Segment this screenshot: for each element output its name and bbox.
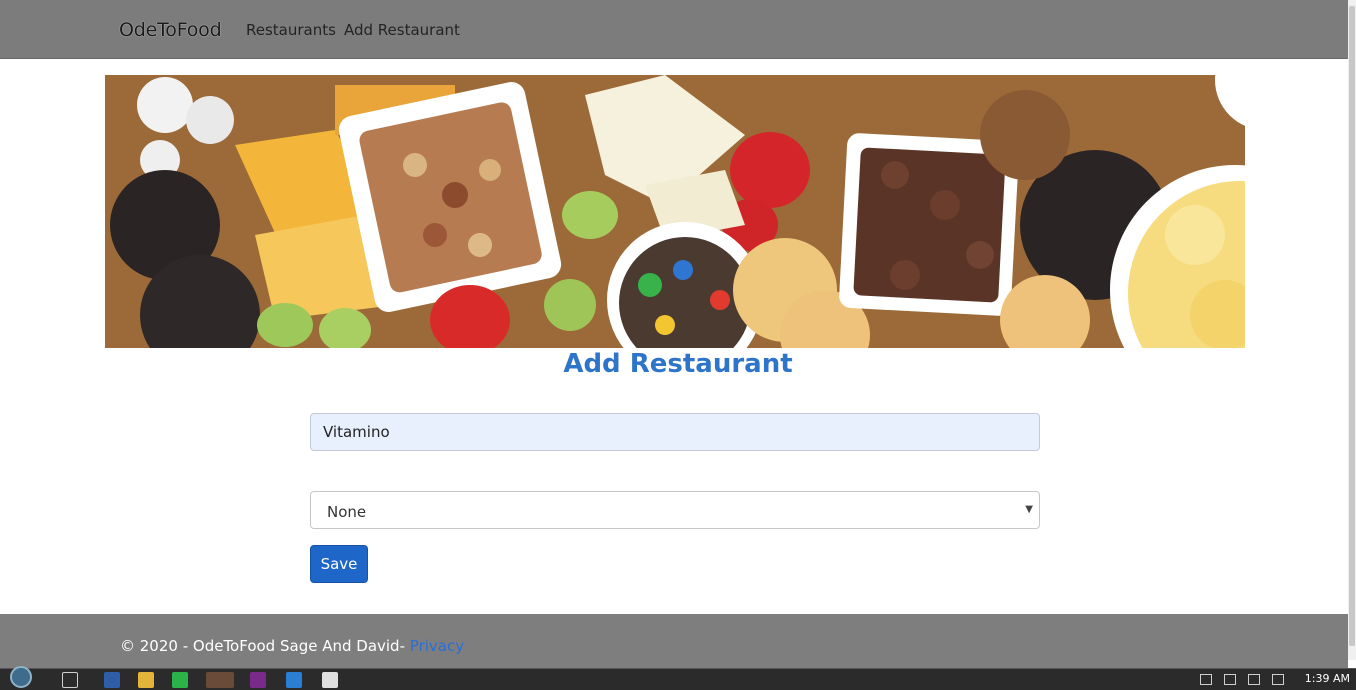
- footer-text: © 2020 - OdeToFood Sage And David- Priva…: [120, 637, 464, 655]
- chrome-icon[interactable]: [206, 672, 234, 688]
- paint-icon[interactable]: [322, 672, 338, 688]
- restaurant-name-input[interactable]: [310, 413, 1040, 451]
- cuisine-selected-value: None: [327, 503, 367, 521]
- start-button-icon[interactable]: [10, 666, 32, 688]
- privacy-link[interactable]: Privacy: [410, 637, 464, 655]
- app-rec-icon[interactable]: [250, 672, 266, 688]
- scrollbar-thumb[interactable]: [1349, 6, 1355, 646]
- app-p-icon[interactable]: [104, 672, 120, 688]
- hero-banner-image: [105, 75, 1245, 348]
- vscode-icon[interactable]: [286, 672, 302, 688]
- battery-icon[interactable]: [1200, 674, 1212, 685]
- taskbar-clock[interactable]: 1:39 AM: [1305, 672, 1350, 685]
- terminal-icon[interactable]: [172, 672, 188, 688]
- top-navbar: OdeToFood Restaurants Add Restaurant: [0, 0, 1348, 59]
- page-footer: © 2020 - OdeToFood Sage And David- Priva…: [0, 614, 1348, 668]
- os-taskbar: 1:39 AM: [0, 666, 1356, 690]
- page-scrollbar[interactable]: [1348, 0, 1356, 660]
- nav-link-restaurants[interactable]: Restaurants: [246, 21, 336, 39]
- chevron-down-icon: ▼: [1025, 504, 1033, 515]
- network-icon[interactable]: [1224, 674, 1236, 685]
- cuisine-select[interactable]: None ▼: [310, 491, 1040, 529]
- brand-link[interactable]: OdeToFood: [119, 19, 222, 41]
- task-view-icon[interactable]: [62, 672, 78, 688]
- footer-copyright: © 2020 - OdeToFood Sage And David-: [120, 637, 405, 655]
- file-explorer-icon[interactable]: [138, 672, 154, 688]
- keyboard-icon[interactable]: [1272, 674, 1284, 685]
- save-button[interactable]: Save: [310, 545, 368, 583]
- page-title: Add Restaurant: [563, 349, 793, 379]
- nav-link-add-restaurant[interactable]: Add Restaurant: [344, 21, 460, 39]
- volume-icon[interactable]: [1248, 674, 1260, 685]
